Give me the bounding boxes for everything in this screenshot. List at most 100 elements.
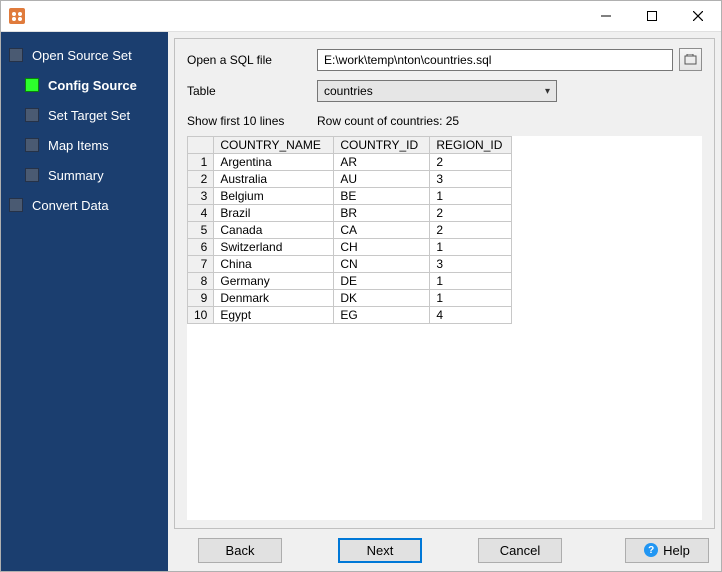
sidebar-item-label: Summary xyxy=(48,168,104,183)
app-icon xyxy=(9,8,25,24)
content-pane: Open a SQL file Table countries ▾ xyxy=(168,32,721,571)
row-number: 4 xyxy=(188,205,214,222)
help-button[interactable]: ? Help xyxy=(625,538,709,563)
table-select[interactable]: countries ▾ xyxy=(317,80,557,102)
next-button[interactable]: Next xyxy=(338,538,422,563)
table-row[interactable]: 2AustraliaAU3 xyxy=(188,171,512,188)
row-number: 8 xyxy=(188,273,214,290)
row-number: 6 xyxy=(188,239,214,256)
step-icon xyxy=(9,198,23,212)
table-cell[interactable]: Denmark xyxy=(214,290,334,307)
table-cell[interactable]: Canada xyxy=(214,222,334,239)
table-row[interactable]: 5CanadaCA2 xyxy=(188,222,512,239)
table-cell[interactable]: 3 xyxy=(430,256,512,273)
table-cell[interactable]: EG xyxy=(334,307,430,324)
back-button[interactable]: Back xyxy=(198,538,282,563)
step-icon xyxy=(25,108,39,122)
table-cell[interactable]: Egypt xyxy=(214,307,334,324)
table-cell[interactable]: Germany xyxy=(214,273,334,290)
table-cell[interactable]: AR xyxy=(334,154,430,171)
table-row[interactable]: 4BrazilBR2 xyxy=(188,205,512,222)
open-file-icon xyxy=(684,54,698,66)
table-cell[interactable]: CA xyxy=(334,222,430,239)
table-cell[interactable]: 2 xyxy=(430,205,512,222)
close-button[interactable] xyxy=(675,1,721,32)
cancel-button[interactable]: Cancel xyxy=(478,538,562,563)
browse-file-button[interactable] xyxy=(679,48,702,71)
table-row[interactable]: 6SwitzerlandCH1 xyxy=(188,239,512,256)
preview-table: COUNTRY_NAMECOUNTRY_IDREGION_ID 1Argenti… xyxy=(187,136,512,324)
show-first-lines-link[interactable]: Show first 10 lines xyxy=(187,114,317,128)
row-count-label: Row count of countries: 25 xyxy=(317,114,459,128)
table-row[interactable]: 1ArgentinaAR2 xyxy=(188,154,512,171)
table-cell[interactable]: Brazil xyxy=(214,205,334,222)
step-icon xyxy=(9,48,23,62)
button-bar: Back Next Cancel ? Help xyxy=(168,529,721,571)
table-cell[interactable]: 1 xyxy=(430,273,512,290)
open-file-label: Open a SQL file xyxy=(187,53,317,67)
config-panel: Open a SQL file Table countries ▾ xyxy=(174,38,715,529)
table-row[interactable]: 10EgyptEG4 xyxy=(188,307,512,324)
wizard-window: Open Source Set Config Source Set Target… xyxy=(0,0,722,572)
table-cell[interactable]: BR xyxy=(334,205,430,222)
table-label: Table xyxy=(187,84,317,98)
row-number: 3 xyxy=(188,188,214,205)
sidebar-item-label: Convert Data xyxy=(32,198,109,213)
sidebar-item-label: Open Source Set xyxy=(32,48,132,63)
row-number: 2 xyxy=(188,171,214,188)
sidebar-item-map-items[interactable]: Map Items xyxy=(1,130,168,160)
wizard-sidebar: Open Source Set Config Source Set Target… xyxy=(1,32,168,571)
row-number: 5 xyxy=(188,222,214,239)
sidebar-item-label: Config Source xyxy=(48,78,137,93)
table-cell[interactable]: Switzerland xyxy=(214,239,334,256)
table-cell[interactable]: Australia xyxy=(214,171,334,188)
sidebar-item-convert-data[interactable]: Convert Data xyxy=(1,190,168,220)
row-number: 9 xyxy=(188,290,214,307)
table-cell[interactable]: 1 xyxy=(430,239,512,256)
table-cell[interactable]: 1 xyxy=(430,188,512,205)
column-header[interactable]: COUNTRY_NAME xyxy=(214,137,334,154)
table-cell[interactable]: China xyxy=(214,256,334,273)
row-number: 10 xyxy=(188,307,214,324)
column-header[interactable]: REGION_ID xyxy=(430,137,512,154)
sidebar-item-label: Map Items xyxy=(48,138,109,153)
table-cell[interactable]: Argentina xyxy=(214,154,334,171)
table-cell[interactable]: AU xyxy=(334,171,430,188)
title-bar xyxy=(1,1,721,32)
step-icon xyxy=(25,138,39,152)
column-header[interactable]: COUNTRY_ID xyxy=(334,137,430,154)
table-cell[interactable]: DK xyxy=(334,290,430,307)
table-cell[interactable]: CH xyxy=(334,239,430,256)
preview-grid-wrap: COUNTRY_NAMECOUNTRY_IDREGION_ID 1Argenti… xyxy=(187,136,702,520)
table-cell[interactable]: DE xyxy=(334,273,430,290)
table-cell[interactable]: 2 xyxy=(430,154,512,171)
sql-file-path-input[interactable] xyxy=(317,49,673,71)
table-cell[interactable]: 3 xyxy=(430,171,512,188)
table-row[interactable]: 3BelgiumBE1 xyxy=(188,188,512,205)
sidebar-item-open-source-set[interactable]: Open Source Set xyxy=(1,40,168,70)
table-cell[interactable]: CN xyxy=(334,256,430,273)
minimize-button[interactable] xyxy=(583,1,629,32)
table-row[interactable]: 8GermanyDE1 xyxy=(188,273,512,290)
table-corner xyxy=(188,137,214,154)
table-cell[interactable]: Belgium xyxy=(214,188,334,205)
help-icon: ? xyxy=(644,543,658,557)
step-icon xyxy=(25,78,39,92)
table-row[interactable]: 7ChinaCN3 xyxy=(188,256,512,273)
table-cell[interactable]: 2 xyxy=(430,222,512,239)
sidebar-item-set-target-set[interactable]: Set Target Set xyxy=(1,100,168,130)
table-cell[interactable]: 4 xyxy=(430,307,512,324)
step-icon xyxy=(25,168,39,182)
table-cell[interactable]: BE xyxy=(334,188,430,205)
sidebar-item-label: Set Target Set xyxy=(48,108,130,123)
table-cell[interactable]: 1 xyxy=(430,290,512,307)
row-number: 1 xyxy=(188,154,214,171)
table-row[interactable]: 9DenmarkDK1 xyxy=(188,290,512,307)
row-number: 7 xyxy=(188,256,214,273)
sidebar-item-config-source[interactable]: Config Source xyxy=(1,70,168,100)
maximize-button[interactable] xyxy=(629,1,675,32)
chevron-down-icon: ▾ xyxy=(545,86,550,97)
table-select-value: countries xyxy=(324,84,373,98)
sidebar-item-summary[interactable]: Summary xyxy=(1,160,168,190)
help-button-label: Help xyxy=(663,543,690,558)
